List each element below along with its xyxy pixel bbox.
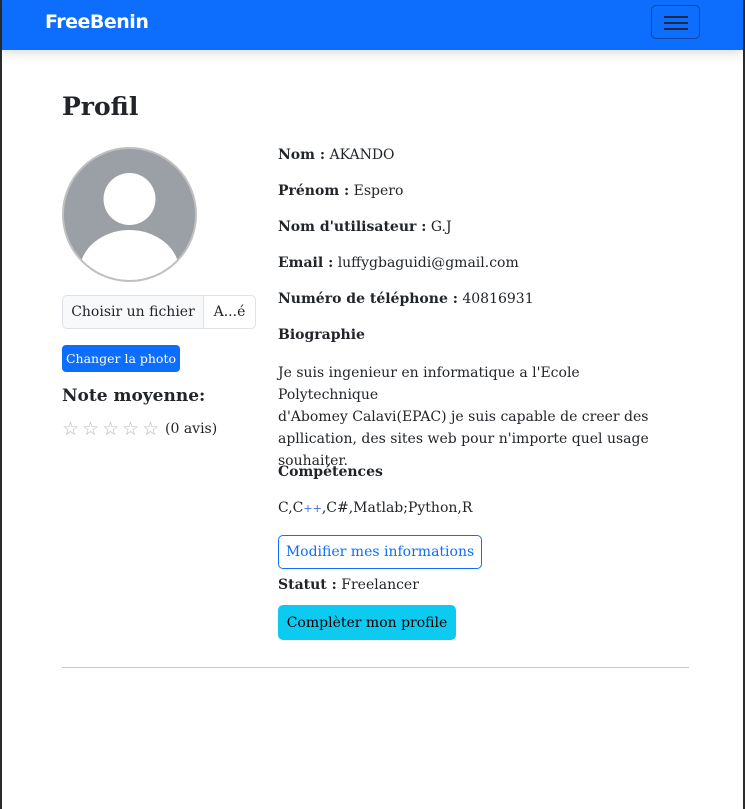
- rating-stars: ☆ ☆ ☆ ☆ ☆ (0 avis): [62, 419, 217, 439]
- edit-info-button[interactable]: Modifier mes informations: [278, 535, 482, 569]
- biography-text: Je suis ingenieur en informatique a l'Ec…: [278, 362, 678, 472]
- info-phone: Numéro de téléphone : 40816931: [278, 291, 534, 307]
- avatar-icon: [62, 147, 197, 282]
- menu-toggle-button[interactable]: [651, 5, 700, 39]
- info-username: Nom d'utilisateur : G.J: [278, 219, 452, 235]
- navbar: FreeBenin: [2, 0, 743, 50]
- star-icon: ☆: [142, 418, 160, 440]
- info-prenom: Prénom : Espero: [278, 183, 403, 199]
- bio-line: Je suis ingenieur en informatique a l'Ec…: [278, 365, 580, 403]
- hamburger-icon-bar: [664, 22, 688, 24]
- username-label: Nom d'utilisateur :: [278, 219, 427, 235]
- hamburger-icon-bar: [664, 28, 688, 30]
- photo-file-input[interactable]: Choisir un fichier A...é: [62, 295, 256, 329]
- rating-title: Note moyenne:: [62, 386, 206, 406]
- phone-label: Numéro de téléphone :: [278, 291, 458, 307]
- email-value: luffygbaguidi@gmail.com: [337, 255, 519, 271]
- hamburger-icon: [664, 16, 688, 18]
- nom-label: Nom :: [278, 147, 325, 163]
- info-email: Email : luffygbaguidi@gmail.com: [278, 255, 519, 271]
- choose-file-button[interactable]: Choisir un fichier: [63, 296, 204, 328]
- skills-part: ++: [303, 502, 322, 515]
- info-status: Statut : Freelancer: [278, 577, 419, 593]
- page-frame: FreeBenin Profil Choisir un fichier A...…: [2, 0, 743, 809]
- bio-line: d'Abomey Calavi(EPAC) je suis capable de…: [278, 409, 649, 425]
- brand-logo[interactable]: FreeBenin: [45, 11, 149, 33]
- prenom-value: Espero: [353, 183, 404, 199]
- star-icon: ☆: [102, 418, 120, 440]
- rating-count: (0 avis): [165, 421, 218, 437]
- info-nom: Nom : AKANDO: [278, 147, 395, 163]
- bio-line: apllication, des sites web pour n'import…: [278, 431, 649, 447]
- biography-title: Biographie: [278, 327, 365, 343]
- phone-value: 40816931: [462, 291, 534, 307]
- status-value: Freelancer: [341, 577, 419, 593]
- username-value: G.J: [430, 219, 452, 235]
- skills-part: C,C: [278, 500, 304, 516]
- page-title: Profil: [62, 92, 139, 121]
- skills-title: Compétences: [278, 464, 383, 480]
- divider: [62, 667, 689, 668]
- change-photo-button[interactable]: Changer la photo: [62, 345, 180, 372]
- file-name-label: A...é: [213, 304, 246, 320]
- prenom-label: Prénom :: [278, 183, 350, 199]
- nom-value: AKANDO: [329, 147, 395, 163]
- star-icon: ☆: [62, 418, 80, 440]
- star-icon: ☆: [82, 418, 100, 440]
- skills-part: ,C#,Matlab;Python,R: [321, 500, 473, 516]
- email-label: Email :: [278, 255, 334, 271]
- status-label: Statut :: [278, 577, 337, 593]
- star-icon: ☆: [122, 418, 140, 440]
- complete-profile-button[interactable]: Complèter mon profile: [278, 605, 456, 640]
- skills-text: C,C++,C#,Matlab;Python,R: [278, 500, 472, 516]
